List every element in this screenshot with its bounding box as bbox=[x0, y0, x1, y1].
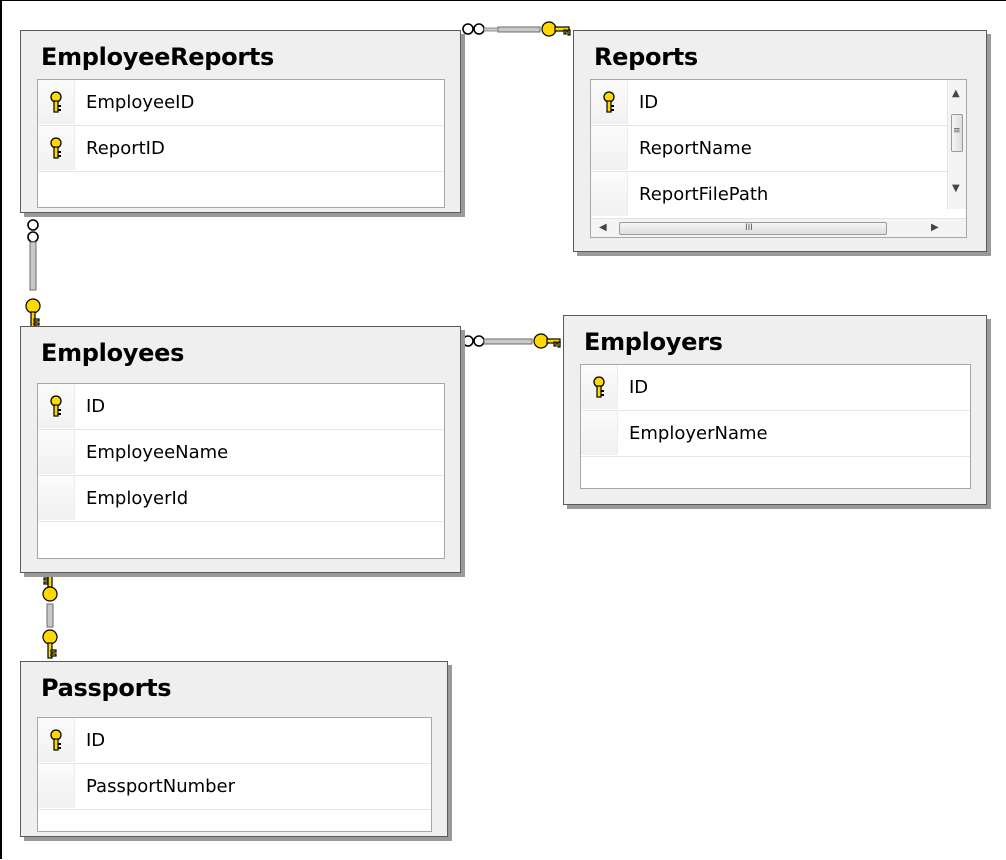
key-icon bbox=[533, 333, 561, 349]
scroll-up-arrow-icon[interactable]: ▲ bbox=[952, 89, 960, 99]
table-title: Reports bbox=[594, 43, 698, 71]
connector-line bbox=[497, 26, 541, 33]
row-header bbox=[38, 476, 75, 520]
column-name: ReportName bbox=[639, 138, 752, 159]
relationship-employees-employers bbox=[462, 333, 561, 349]
infinity-icon bbox=[27, 219, 39, 243]
column-row[interactable]: PassportNumber bbox=[38, 764, 431, 810]
infinity-icon bbox=[462, 335, 485, 347]
primary-key-icon bbox=[50, 91, 62, 113]
column-name: ReportFilePath bbox=[639, 184, 769, 205]
column-name: PassportNumber bbox=[86, 776, 236, 797]
column-row[interactable]: ID bbox=[581, 365, 970, 411]
row-header bbox=[581, 411, 618, 455]
column-row[interactable]: EmployeeID bbox=[38, 80, 444, 126]
column-name: EmployerId bbox=[86, 488, 189, 509]
scroll-right-arrow-icon[interactable]: ▶ bbox=[931, 223, 939, 233]
column-row[interactable]: ID bbox=[38, 718, 431, 764]
connector-line bbox=[483, 338, 533, 345]
column-row[interactable]: EmployeeName bbox=[38, 430, 444, 476]
column-grid: ID ReportName ReportFilePath ▲ ≡ ▼ ◀ III… bbox=[590, 79, 967, 238]
primary-key-icon bbox=[593, 376, 605, 398]
table-title: Employers bbox=[584, 328, 723, 356]
connector-line bbox=[29, 241, 37, 291]
column-name: EmployerName bbox=[629, 423, 768, 444]
column-name: ID bbox=[86, 730, 106, 751]
table-reports[interactable]: Reports ID ReportName ReportFilePath ▲ ≡… bbox=[573, 30, 987, 252]
key-icon bbox=[42, 573, 58, 602]
relationship-employees-passports bbox=[42, 573, 58, 659]
diagram-canvas: EmployeeReports EmployeeID ReportID Repo… bbox=[0, 0, 1006, 859]
column-name: EmployeeName bbox=[86, 442, 229, 463]
scroll-down-arrow-icon[interactable]: ▼ bbox=[952, 184, 960, 194]
horizontal-scroll-thumb[interactable]: III bbox=[619, 222, 887, 235]
vertical-scroll-thumb[interactable]: ≡ bbox=[951, 114, 963, 152]
column-row[interactable]: ID bbox=[591, 80, 947, 126]
grip-icon: III bbox=[745, 223, 753, 233]
column-row[interactable]: ReportFilePath bbox=[591, 172, 947, 217]
row-header bbox=[38, 126, 75, 170]
relationship-employeereports-reports bbox=[462, 21, 571, 37]
column-row[interactable]: ID bbox=[38, 384, 444, 430]
primary-key-icon bbox=[603, 91, 615, 113]
column-name: ReportID bbox=[86, 138, 165, 159]
row-header bbox=[38, 718, 75, 762]
horizontal-scrollbar[interactable]: ◀ III ▶ bbox=[591, 218, 966, 237]
vertical-scrollbar[interactable]: ▲ ≡ ▼ bbox=[947, 80, 966, 209]
row-header bbox=[38, 384, 75, 428]
row-header bbox=[591, 126, 628, 170]
column-name: EmployeeID bbox=[86, 92, 195, 113]
column-grid: EmployeeID ReportID bbox=[37, 79, 445, 208]
column-row[interactable]: ReportID bbox=[38, 126, 444, 172]
grip-icon: ≡ bbox=[953, 126, 961, 136]
row-header bbox=[581, 365, 618, 409]
row-header bbox=[38, 80, 75, 124]
column-grid: ID EmployerName bbox=[580, 364, 971, 489]
relationship-employeereports-employees bbox=[25, 219, 41, 328]
table-title: EmployeeReports bbox=[41, 43, 275, 71]
row-header bbox=[591, 172, 628, 216]
primary-key-icon bbox=[50, 729, 62, 751]
table-passports[interactable]: Passports ID PassportNumber bbox=[20, 661, 448, 837]
table-employers[interactable]: Employers ID EmployerName bbox=[563, 315, 987, 505]
key-icon bbox=[541, 21, 571, 37]
column-row[interactable]: ReportName bbox=[591, 126, 947, 172]
connector-line bbox=[46, 603, 54, 628]
scroll-left-arrow-icon[interactable]: ◀ bbox=[599, 223, 607, 233]
row-header bbox=[38, 430, 75, 474]
table-employees[interactable]: Employees ID EmployeeName EmployerId bbox=[20, 326, 461, 573]
column-row[interactable]: EmployerId bbox=[38, 476, 444, 522]
column-name: ID bbox=[639, 92, 659, 113]
row-header bbox=[591, 80, 628, 124]
key-icon bbox=[42, 629, 58, 659]
column-name: ID bbox=[86, 396, 106, 417]
primary-key-icon bbox=[50, 395, 62, 417]
row-header bbox=[38, 764, 75, 808]
column-grid: ID PassportNumber bbox=[37, 717, 432, 832]
table-title: Employees bbox=[41, 339, 185, 367]
table-employeereports[interactable]: EmployeeReports EmployeeID ReportID bbox=[20, 30, 461, 213]
primary-key-icon bbox=[50, 137, 62, 159]
column-row[interactable]: EmployerName bbox=[581, 411, 970, 457]
column-name: ID bbox=[629, 377, 649, 398]
table-title: Passports bbox=[41, 674, 172, 702]
column-grid: ID EmployeeName EmployerId bbox=[37, 383, 445, 559]
key-icon bbox=[25, 298, 41, 328]
infinity-icon bbox=[462, 23, 485, 35]
